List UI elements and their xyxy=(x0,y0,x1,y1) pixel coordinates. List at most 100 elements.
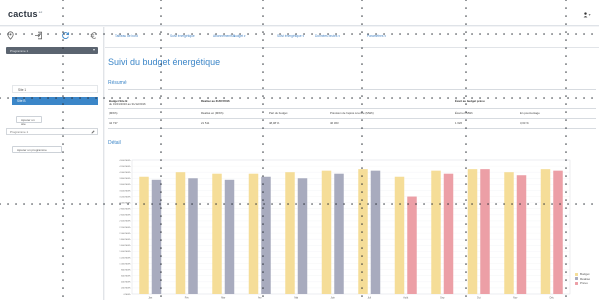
chart-legend: Budget Réalisé Prévu xyxy=(575,272,590,286)
x-tick-label: Sep xyxy=(440,297,445,300)
legend-item-prevu[interactable]: Prévu xyxy=(575,281,590,286)
site-label: Site 1 xyxy=(18,88,27,92)
x-tick-label: Juin xyxy=(331,297,336,300)
x-tick-label: Jan xyxy=(148,297,153,300)
table-header-cell: Part du budget xyxy=(269,111,288,115)
tab-donnees[interactable]: Données brutes ▾ xyxy=(315,34,340,38)
y-tick-label: 4 000 MWh xyxy=(119,172,131,174)
x-tick-label: Avr xyxy=(258,297,262,300)
summary-header: Réalisé au 31/07/2016 xyxy=(201,99,230,103)
y-tick-label: 1 400 MWh xyxy=(119,251,131,253)
legend-label: Réalisé xyxy=(580,276,591,281)
bar-budget xyxy=(212,173,222,294)
legend-swatch xyxy=(575,281,578,285)
bar-ralis xyxy=(370,170,381,294)
y-tick-label: 4 400 MWh xyxy=(119,160,131,162)
logo-sup: ec xyxy=(38,10,43,14)
bar-prvu xyxy=(516,175,527,294)
table-header-cell: Prévision de l'après à terme (MWh) xyxy=(330,111,374,115)
programme-field[interactable]: Programme 1 xyxy=(6,128,98,135)
y-tick-label: 2 600 MWh xyxy=(119,215,131,217)
tab-dashboard[interactable]: Tableau de bord xyxy=(115,34,138,38)
table-cell: 48,08 % xyxy=(269,121,280,125)
x-tick-label: Fév xyxy=(185,297,190,300)
bar-prvu xyxy=(553,170,563,294)
y-tick-label: 0 MWh xyxy=(124,294,132,296)
table-header-cell: Réalisé en (MWh) xyxy=(201,111,224,115)
divider xyxy=(108,89,596,90)
y-tick-label: 2 000 MWh xyxy=(119,233,131,235)
table-header-cell: (MWh) xyxy=(109,111,118,115)
sidebar-site-1[interactable]: Site 1 xyxy=(12,85,98,93)
sidebar-site-b[interactable]: Site B xyxy=(12,97,98,105)
add-site-button[interactable]: Ajouter un site xyxy=(16,116,42,126)
bar-prvu xyxy=(480,169,490,294)
table-divider xyxy=(108,108,596,109)
login-icon[interactable] xyxy=(34,31,43,40)
y-tick-label: 1 000 MWh xyxy=(119,263,131,265)
y-tick-label: 3 200 MWh xyxy=(119,196,131,198)
y-tick-label: 3 800 MWh xyxy=(119,178,131,180)
top-bar: cactusec xyxy=(0,0,599,26)
bar-ralis xyxy=(297,178,308,294)
tab-abonnements[interactable]: Abonnements ▾ xyxy=(213,34,235,38)
y-tick-label: 600 MWh xyxy=(121,276,131,278)
add-programme-button[interactable]: Ajouter un programme xyxy=(12,146,62,153)
sidebar: Programme 1 Site 1 Site B Ajouter un sit… xyxy=(0,27,104,300)
user-menu-icon[interactable] xyxy=(583,12,591,18)
bar-budget xyxy=(175,172,186,294)
page-title: Suivi du budget énergétique xyxy=(108,57,221,67)
euro-icon[interactable] xyxy=(89,31,98,40)
table-cell: 46 363 xyxy=(330,121,339,125)
y-tick-label: 1 200 MWh xyxy=(119,257,131,259)
x-tick-label: Juil xyxy=(367,297,371,300)
map-pin-icon[interactable] xyxy=(6,31,15,40)
table-divider xyxy=(108,118,596,119)
bar-budget xyxy=(467,169,478,294)
y-tick-label: 3 600 MWh xyxy=(119,184,131,186)
bar-ralis xyxy=(261,176,271,294)
bar-budget xyxy=(139,176,149,294)
bar-budget xyxy=(540,169,551,294)
table-header-cell: En pourcentage xyxy=(520,111,540,115)
y-tick-label: 1 600 MWh xyxy=(119,245,131,247)
resume-title: Résumé xyxy=(108,80,127,86)
edit-icon[interactable] xyxy=(91,130,95,134)
detail-title: Détail xyxy=(108,140,121,146)
y-tick-label: 800 MWh xyxy=(121,269,131,271)
legend-swatch xyxy=(575,277,578,280)
y-tick-label: 400 MWh xyxy=(121,282,131,284)
bar-budget xyxy=(504,172,514,294)
add-programme-label: Ajouter un programme xyxy=(17,148,47,153)
programme-select[interactable]: Programme 1 xyxy=(6,47,98,54)
x-tick-label: Mai xyxy=(294,297,298,300)
bar-budget xyxy=(321,170,332,294)
logo-text: cactus xyxy=(8,9,38,19)
bar-budget xyxy=(285,172,295,294)
site-label: Site B xyxy=(17,99,26,103)
tab-budget[interactable]: Budget ▾ xyxy=(233,34,246,38)
y-tick-label: 3 400 MWh xyxy=(119,190,131,192)
legend-swatch xyxy=(575,272,578,276)
tab-suivi-energetique[interactable]: Suivi énergétique ▾ xyxy=(277,34,304,38)
summary-subheader: du 01/01/2016 au 31/12/2016 xyxy=(109,102,146,106)
bar-ralis xyxy=(151,179,162,294)
tab-parametres[interactable]: Paramètres ▾ xyxy=(367,34,386,38)
bar-budget xyxy=(358,169,368,294)
refresh-icon[interactable] xyxy=(61,31,70,40)
app-logo[interactable]: cactusec xyxy=(8,9,42,19)
legend-label: Budget xyxy=(580,272,590,276)
bar-prvu xyxy=(443,173,454,294)
main-content: Suivi du budget énergétique Résumé Budge… xyxy=(105,48,599,300)
programme-field-text: Programme 1 xyxy=(10,130,29,135)
bar-budget xyxy=(431,170,441,294)
table-header-cell: Écart en MWh xyxy=(455,111,473,115)
x-tick-label: Août xyxy=(403,297,408,300)
bar-ralis xyxy=(334,173,344,294)
main-nav: Tableau de bord Suivi énergétique Abonne… xyxy=(105,27,599,48)
y-tick-label: 2 800 MWh xyxy=(119,209,131,211)
y-tick-label: 2 200 MWh xyxy=(119,227,131,229)
tab-suivi[interactable]: Suivi énergétique xyxy=(170,34,195,38)
y-tick-label: 2 400 MWh xyxy=(119,221,131,223)
y-tick-label: 1 800 MWh xyxy=(119,239,131,241)
